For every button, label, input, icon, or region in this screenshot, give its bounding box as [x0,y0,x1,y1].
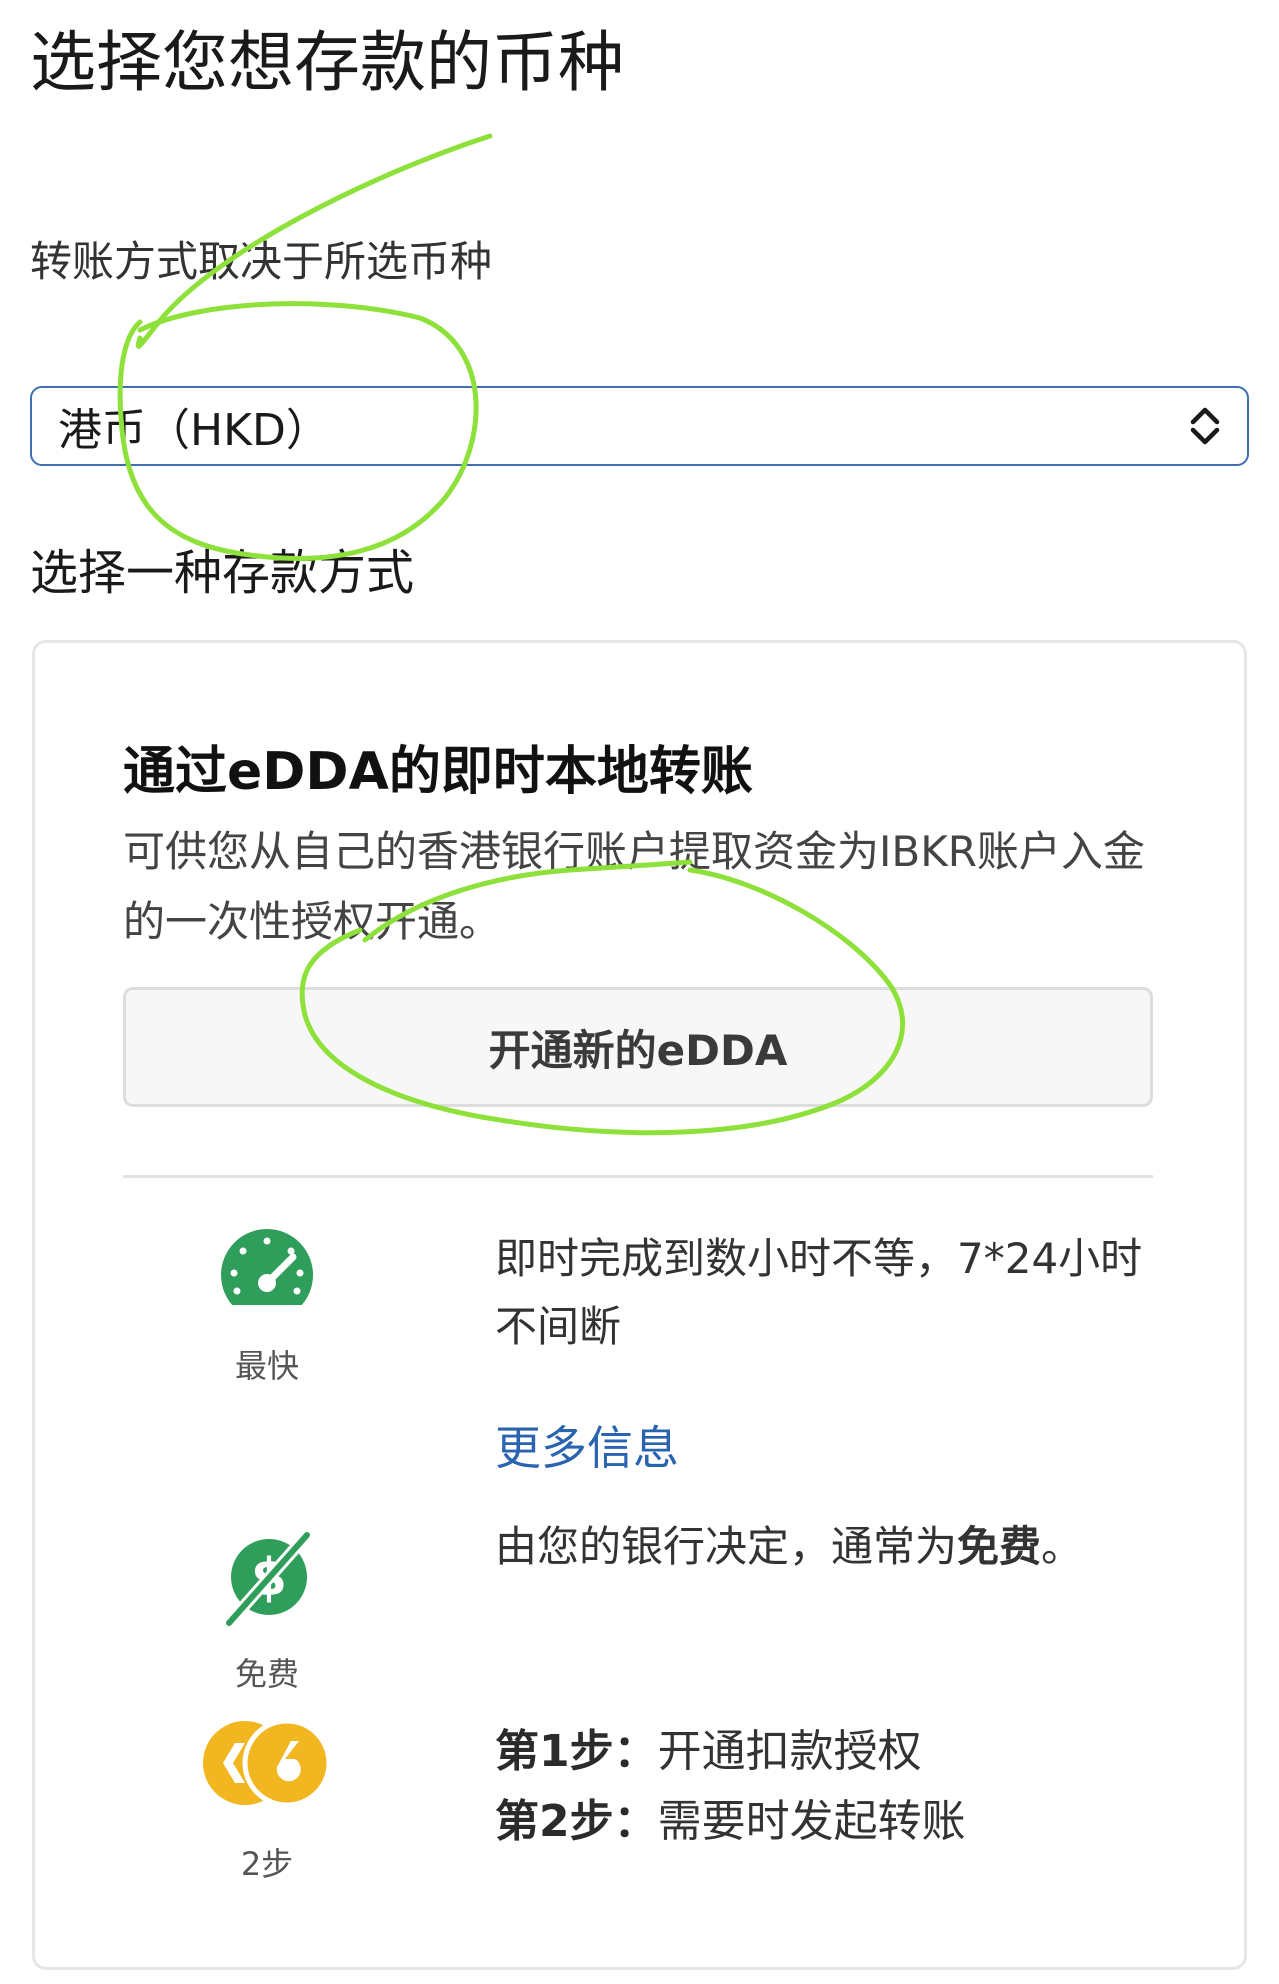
fee-text-suffix: 。 [1041,1522,1084,1571]
step-2: 第2步：需要时发起转账 [495,1789,966,1855]
step-2-label: 第2步： [495,1796,658,1847]
card-title: 通过eDDA的即时本地转账 [123,742,753,802]
speed-caption: 最快 [234,1347,299,1385]
card-description: 可供您从自己的香港银行账户提取资金为IBKR账户入金的一次性授权开通。 [123,827,1145,946]
no-fee-dollar-icon: $ [224,1531,312,1627]
steps-caption: 2步 [240,1845,294,1883]
more-info-link[interactable]: 更多信息 [495,1415,679,1481]
two-steps-icon [203,1718,332,1808]
edda-method-card: 通过eDDA的即时本地转账 可供您从自己的香港银行账户提取资金为IBKR账户入金… [32,640,1247,1970]
fee-text-bold: 免费 [957,1522,1042,1571]
step-2-text: 需要时发起转账 [657,1796,966,1847]
fee-text-prefix: 由您的银行决定，通常为 [495,1522,958,1571]
speed-text: 即时完成到数小时不等，7*24小时不间断 [495,1234,1143,1351]
fee-caption: 免费 [234,1655,299,1693]
page-subtitle: 转账方式取决于所选币种 [30,237,493,286]
step-1: 第1步：开通扣款授权 [495,1719,922,1785]
currency-select-value: 港币（HKD） [58,405,330,456]
deposit-method-label: 选择一种存款方式 [30,545,415,601]
speedometer-icon [217,1229,317,1325]
card-divider [123,1175,1153,1178]
currency-select[interactable]: 港币（HKD） [30,386,1249,466]
sort-updown-icon [1190,407,1220,445]
fee-text: 由您的银行决定，通常为免费。 [495,1513,1083,1581]
step-1-text: 开通扣款授权 [657,1726,922,1777]
open-new-edda-button[interactable]: 开通新的eDDA [123,987,1153,1107]
page-title: 选择您想存款的币种 [30,24,624,101]
step-1-label: 第1步： [495,1726,658,1777]
